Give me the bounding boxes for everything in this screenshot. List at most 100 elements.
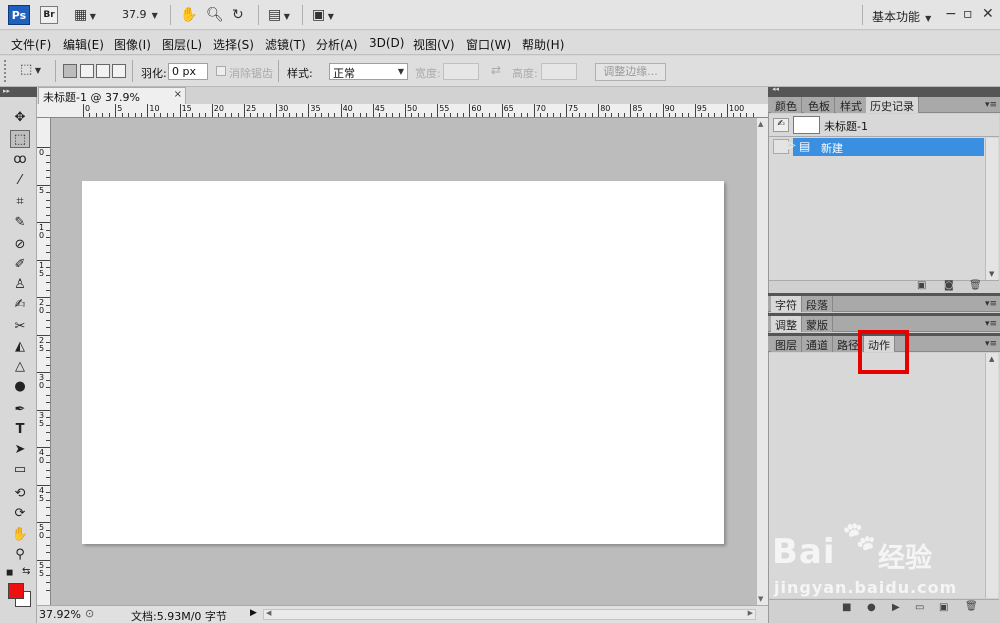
snapshot-source-toggle[interactable]: ✍: [773, 118, 789, 132]
menu-help[interactable]: 帮助(H): [522, 36, 564, 53]
shape-tool-button[interactable]: ▭: [10, 461, 30, 479]
status-info-icon[interactable]: ⊙: [85, 607, 94, 620]
scroll-up-icon[interactable]: ▲: [758, 120, 763, 128]
width-input[interactable]: [443, 63, 479, 80]
crop-tool-button[interactable]: ⌗: [10, 193, 30, 211]
trash-icon[interactable]: 🗑︎: [969, 280, 982, 291]
panel-menu-icon[interactable]: ▾≡: [985, 339, 997, 349]
tab-adjustments[interactable]: 调整: [771, 316, 802, 332]
clone-stamp-tool-button[interactable]: ♙: [10, 276, 30, 294]
document-tab[interactable]: 未标题-1 @ 37.9%(RGB/8) ×: [38, 87, 186, 118]
panel-menu-icon[interactable]: ▾≡: [985, 319, 997, 329]
minimize-button[interactable]: −: [945, 6, 957, 22]
tab-layers[interactable]: 图层: [771, 336, 802, 352]
height-input[interactable]: [541, 63, 577, 80]
paint-bucket-tool-button[interactable]: ◭: [10, 338, 30, 356]
menu-analysis[interactable]: 分析(A): [316, 36, 358, 53]
panel-menu-icon[interactable]: ▾≡: [985, 100, 997, 110]
tab-masks[interactable]: 蒙版: [802, 316, 833, 332]
toolbox-collapse-icon[interactable]: ▸▸: [0, 87, 37, 97]
vertical-scrollbar[interactable]: ▲ ▼: [756, 118, 768, 605]
feather-input[interactable]: 0 px: [168, 63, 208, 80]
close-document-icon[interactable]: ×: [174, 89, 182, 100]
scroll-left-icon[interactable]: ◀: [266, 609, 271, 617]
horizontal-scrollbar[interactable]: ◀ ▶: [263, 609, 756, 620]
view-extras-button[interactable]: ▦ ▼: [74, 0, 96, 32]
lasso-tool-button[interactable]: ꝏ: [10, 151, 30, 169]
snapshot-label[interactable]: 未标题-1: [824, 118, 868, 134]
arrange-documents-button[interactable]: ▤ ▼: [268, 0, 290, 32]
eyedropper-tool-button[interactable]: ✎: [10, 214, 30, 232]
zoom-level-select[interactable]: 37.9 ▼: [122, 8, 158, 21]
document-canvas[interactable]: [82, 181, 724, 544]
vertical-ruler[interactable]: 0 5 10 15 20 25 30 35 40 45 50 55: [37, 118, 51, 605]
hand-tool-button[interactable]: ✋: [10, 526, 30, 544]
subtract-from-selection-button[interactable]: [96, 64, 110, 78]
snapshot-camera-icon[interactable]: ◙: [944, 280, 954, 291]
scroll-down-icon[interactable]: ▼: [758, 595, 763, 603]
screen-mode-button[interactable]: ▣ ▼: [312, 0, 334, 32]
swap-colors-button[interactable]: ⇆: [22, 566, 30, 577]
default-colors-button[interactable]: ◼: [6, 568, 13, 578]
menu-select[interactable]: 选择(S): [213, 36, 254, 53]
tab-history[interactable]: 历史记录: [866, 97, 919, 113]
antialias-checkbox[interactable]: [216, 66, 226, 76]
blur-tool-button[interactable]: △: [10, 358, 30, 376]
scroll-right-icon[interactable]: ▶: [748, 609, 753, 617]
menu-view[interactable]: 视图(V): [413, 36, 455, 53]
refine-edge-button[interactable]: 调整边缘...: [595, 63, 666, 81]
style-select[interactable]: 正常 ▼: [329, 63, 408, 80]
move-tool-button[interactable]: ✥: [10, 109, 30, 127]
scroll-down-icon[interactable]: ▼: [989, 270, 994, 278]
intersect-selection-button[interactable]: [112, 64, 126, 78]
3d-rotate-tool-button[interactable]: ⟲: [10, 485, 30, 503]
rotate-view-button[interactable]: ↻: [232, 0, 244, 30]
add-to-selection-button[interactable]: [80, 64, 94, 78]
tab-color[interactable]: 颜色: [771, 97, 802, 113]
history-scrollbar[interactable]: ▼: [985, 138, 998, 280]
tab-paragraph[interactable]: 段落: [802, 296, 833, 312]
zoom-tool-button[interactable]: 🔍︎: [206, 0, 224, 30]
close-window-button[interactable]: ✕: [982, 6, 994, 22]
history-brush-tool-button[interactable]: ✍: [10, 296, 30, 314]
collapse-panels-icon[interactable]: ◂◂: [772, 85, 779, 93]
path-selection-tool-button[interactable]: ➤: [10, 441, 30, 459]
tool-preset-picker[interactable]: ⬚ ▼: [20, 62, 41, 77]
zoom-tool-button[interactable]: ⚲: [10, 546, 30, 564]
tab-character[interactable]: 字符: [771, 296, 802, 312]
healing-brush-tool-button[interactable]: ⊘: [10, 236, 30, 254]
eraser-tool-button[interactable]: ✂: [10, 318, 30, 336]
menu-filter[interactable]: 滤镜(T): [265, 36, 306, 53]
swap-dimensions-button[interactable]: ⇄: [491, 63, 501, 77]
horizontal-ruler[interactable]: 0 5 10 15 20 25 30 35 40 45 50 55 60 65 70 75 80 85 90 95 10…: [37, 104, 768, 118]
tab-channels[interactable]: 通道: [802, 336, 833, 352]
quick-selection-tool-button[interactable]: ⁄: [10, 172, 30, 190]
tab-swatches[interactable]: 色板: [804, 97, 835, 113]
bridge-launch-button[interactable]: Br: [40, 6, 58, 24]
workspace-switcher[interactable]: 基本功能 ▼: [872, 8, 931, 25]
3d-orbit-tool-button[interactable]: ⟳: [10, 505, 30, 523]
new-selection-button[interactable]: [63, 64, 77, 78]
panel-menu-icon[interactable]: ▾≡: [985, 299, 997, 309]
type-tool-button[interactable]: T: [10, 421, 30, 439]
options-grip[interactable]: [4, 60, 12, 82]
menu-edit[interactable]: 编辑(E): [63, 36, 104, 53]
dodge-tool-button[interactable]: ●: [10, 378, 30, 396]
zoom-status[interactable]: 37.92%: [39, 608, 81, 621]
pen-tool-button[interactable]: ✒: [10, 401, 30, 419]
menu-3d[interactable]: 3D(D): [369, 36, 404, 50]
restore-button[interactable]: ▫: [963, 6, 973, 22]
brush-tool-button[interactable]: ✐: [10, 256, 30, 274]
tab-styles[interactable]: 样式: [836, 97, 867, 113]
menu-window[interactable]: 窗口(W): [466, 36, 511, 53]
new-document-from-state-icon[interactable]: ▣: [917, 280, 926, 291]
menu-image[interactable]: 图像(I): [114, 36, 151, 53]
rectangular-marquee-tool-button[interactable]: ⬚: [10, 130, 30, 148]
menu-layer[interactable]: 图层(L): [162, 36, 202, 53]
menu-file[interactable]: 文件(F): [11, 36, 51, 53]
hand-tool-button[interactable]: ✋: [180, 0, 197, 30]
status-menu-icon[interactable]: ▶: [250, 608, 257, 618]
foreground-color-swatch[interactable]: [8, 583, 24, 599]
scroll-up-icon[interactable]: ▲: [989, 355, 994, 363]
history-step-source-toggle[interactable]: [773, 139, 789, 154]
